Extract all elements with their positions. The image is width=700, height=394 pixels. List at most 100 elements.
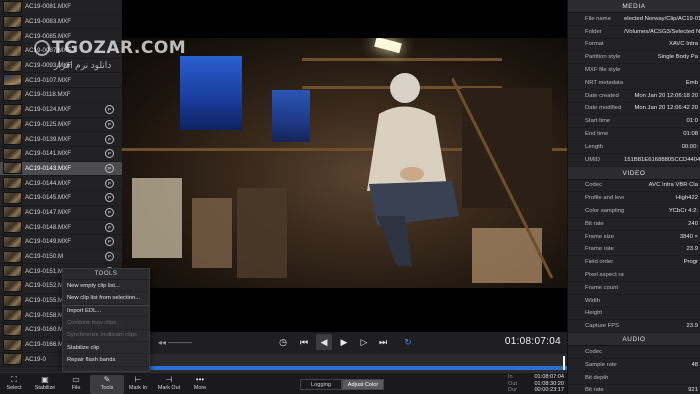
metadata-value: Mon Jan 20 12:06:42 20 [634,105,698,112]
metadata-value: XAVC Intra [668,41,698,48]
proxy-badge-icon: P [105,163,114,173]
toolbar-button-label: Mark Out [157,385,181,391]
tools-button[interactable]: ✎ Tools [90,375,124,394]
clip-list-item[interactable]: AC19-0147.MXF P [0,206,122,221]
metadata-value: elected Norway/Clip/AC19-014 [624,15,700,22]
clip-name: AC19-0107.MXF [25,76,72,84]
proxy-badge-icon: P [105,105,114,115]
tools-menu-title: TOOLS [63,269,149,280]
tools-menu-item[interactable]: Stabilize clip [63,342,149,355]
metadata-value: AVC Intra VBR Cla [648,182,698,189]
metadata-key: Pixel aspect ratio [585,272,624,279]
clip-name: AC19-0093.MXF [25,62,72,70]
clip-list-item[interactable]: AC19-0081.MXF [0,0,122,15]
tab-logging[interactable]: Logging [300,379,342,390]
metadata-row: UMID 151B81E61688805CCD4404A4FFEA [568,154,700,167]
go-to-start-icon[interactable]: ⏮ [296,334,312,350]
play-icon[interactable]: ▶ [336,334,352,350]
tools-menu-item[interactable]: New empty clip list... [63,280,149,293]
metadata-value: Single Body Pa [657,54,698,61]
metadata-key: Codec [585,182,603,189]
go-to-end-icon[interactable]: ⏭ [375,334,391,350]
metadata-key: Frame count [585,284,619,291]
clip-name: AC19-0147.MXF [25,208,72,216]
metadata-section-header[interactable]: AUDIO [568,333,700,347]
metadata-row: Color sampling YCbCr 4:2: [568,205,700,218]
stabilize-button[interactable]: ▣ Stabilize [28,375,62,394]
metadata-row: Date created Mon Jan 20 12:06:18 20 [568,90,700,103]
play-reverse-icon[interactable]: ◀ [316,334,332,350]
metadata-key: Date modified [585,105,622,112]
metadata-value: 23.9 [686,246,698,253]
metadata-row: Width [568,295,700,308]
clip-list-item[interactable]: AC19-0145.MXF P [0,191,122,206]
clip-list-item[interactable]: AC19-0107.MXF [0,73,122,89]
clip-list-item[interactable]: AC19-0118.MXF [0,88,122,103]
metadata-key: Profile and level [585,195,624,202]
video-viewer[interactable] [122,0,567,332]
metadata-key: Folder [585,28,602,35]
clip-list-item[interactable]: AC19-0148.MXF P [0,220,122,235]
clip-list-item[interactable]: AC19-0139.MXF P [0,132,122,147]
clip-thumbnail [3,103,22,116]
file-icon: ▭ [72,375,80,384]
metadata-row: Bit rate 240 [568,218,700,231]
clip-list-item[interactable]: AC19-0087.MXF [0,44,122,59]
transport-controls: ◂◂ ――― ◷ ⏮ ◀ ▶ ▷ ⏭ ↻ 01:08:07:04 [122,332,567,352]
clip-name: AC19-0144.MXF [25,179,72,187]
clip-list-item[interactable]: AC19-0125.MXF P [0,118,122,133]
more-button[interactable]: ••• More [183,375,217,394]
mark-out-button[interactable]: ⊣ Mark Out [152,375,186,394]
clip-name: AC19-0148.MXF [25,223,72,231]
metadata-key: Partition style [585,54,621,61]
metadata-value: 23.9 [686,323,698,330]
clip-list-item[interactable]: AC19-0085.MXF [0,29,122,45]
metadata-key: Bit rate [585,220,604,227]
metadata-row: Start time 01:0 [568,115,700,129]
clip-thumbnail [3,88,22,101]
metadata-row: Codec AVC Intra VBR Cla [568,180,700,193]
clip-name: AC19-0124.MXF [25,106,72,114]
toolbar-button-label: Stabilize [34,385,56,391]
metadata-key: Format [585,41,604,48]
metadata-value: 48 [691,361,698,368]
tools-menu-item[interactable]: Import EDL... [63,304,149,318]
playhead[interactable] [563,356,565,370]
tools-menu-item[interactable]: New clip list from selection... [63,292,149,305]
step-forward-icon[interactable]: ▷ [356,334,372,350]
clip-thumbnail [3,133,22,146]
metadata-key: Height [585,310,603,317]
metadata-row: Frame rate 23.9 [568,244,700,257]
select-button[interactable]: ⛶ Select [0,375,31,394]
clip-list-item[interactable]: AC19-0144.MXF P [0,176,122,191]
jog-indicator[interactable]: ◂◂ ――― [152,334,198,350]
clip-list-item[interactable]: AC19-0143.MXF P [0,161,122,177]
timer-icon[interactable]: ◷ [275,334,291,350]
timeline-scrubber[interactable] [122,354,567,372]
clip-list-item[interactable]: AC19-0124.MXF P [0,103,122,118]
file-button[interactable]: ▭ File [59,375,93,394]
clip-list-item[interactable]: AC19-0150.M P [0,250,122,265]
tools-menu-item[interactable]: Repair flash bands [63,354,149,367]
metadata-row: File name elected Norway/Clip/AC19-014 [568,13,700,26]
loop-icon[interactable]: ↻ [400,334,416,350]
clip-name: AC19-0081.MXF [25,3,72,11]
clip-list-item[interactable]: AC19-0149.MXF P [0,235,122,250]
clip-thumbnail [3,177,22,190]
clip-thumbnail [3,338,22,351]
metadata-key: UMID [585,156,601,163]
metadata-row: Capture FPS 23.9 [568,320,700,334]
clip-list-item[interactable]: AC19-0083.MXF [0,15,122,30]
metadata-row: Field order Progr [568,256,700,270]
clip-list-item[interactable]: AC19-0093.MXF [0,59,122,74]
stabilize-icon: ▣ [41,375,49,384]
metadata-section-header[interactable]: MEDIA [568,0,700,13]
metadata-section-header[interactable]: VIDEO [568,166,700,180]
metadata-row: Folder/Volumes/ACSG3/Selected Norwa [568,26,700,39]
metadata-row: Profile and level High422 [568,192,700,206]
mark-in-button[interactable]: ⊢ Mark In [121,375,155,394]
metadata-panel[interactable]: MEDIA File name elected Norway/Clip/AC19-0… [567,0,700,394]
clip-list-item[interactable]: AC19-0141.MXF P [0,147,122,162]
timecode-label: Dur [508,387,518,393]
tab-adjust-color[interactable]: Adjust Color [342,379,384,390]
